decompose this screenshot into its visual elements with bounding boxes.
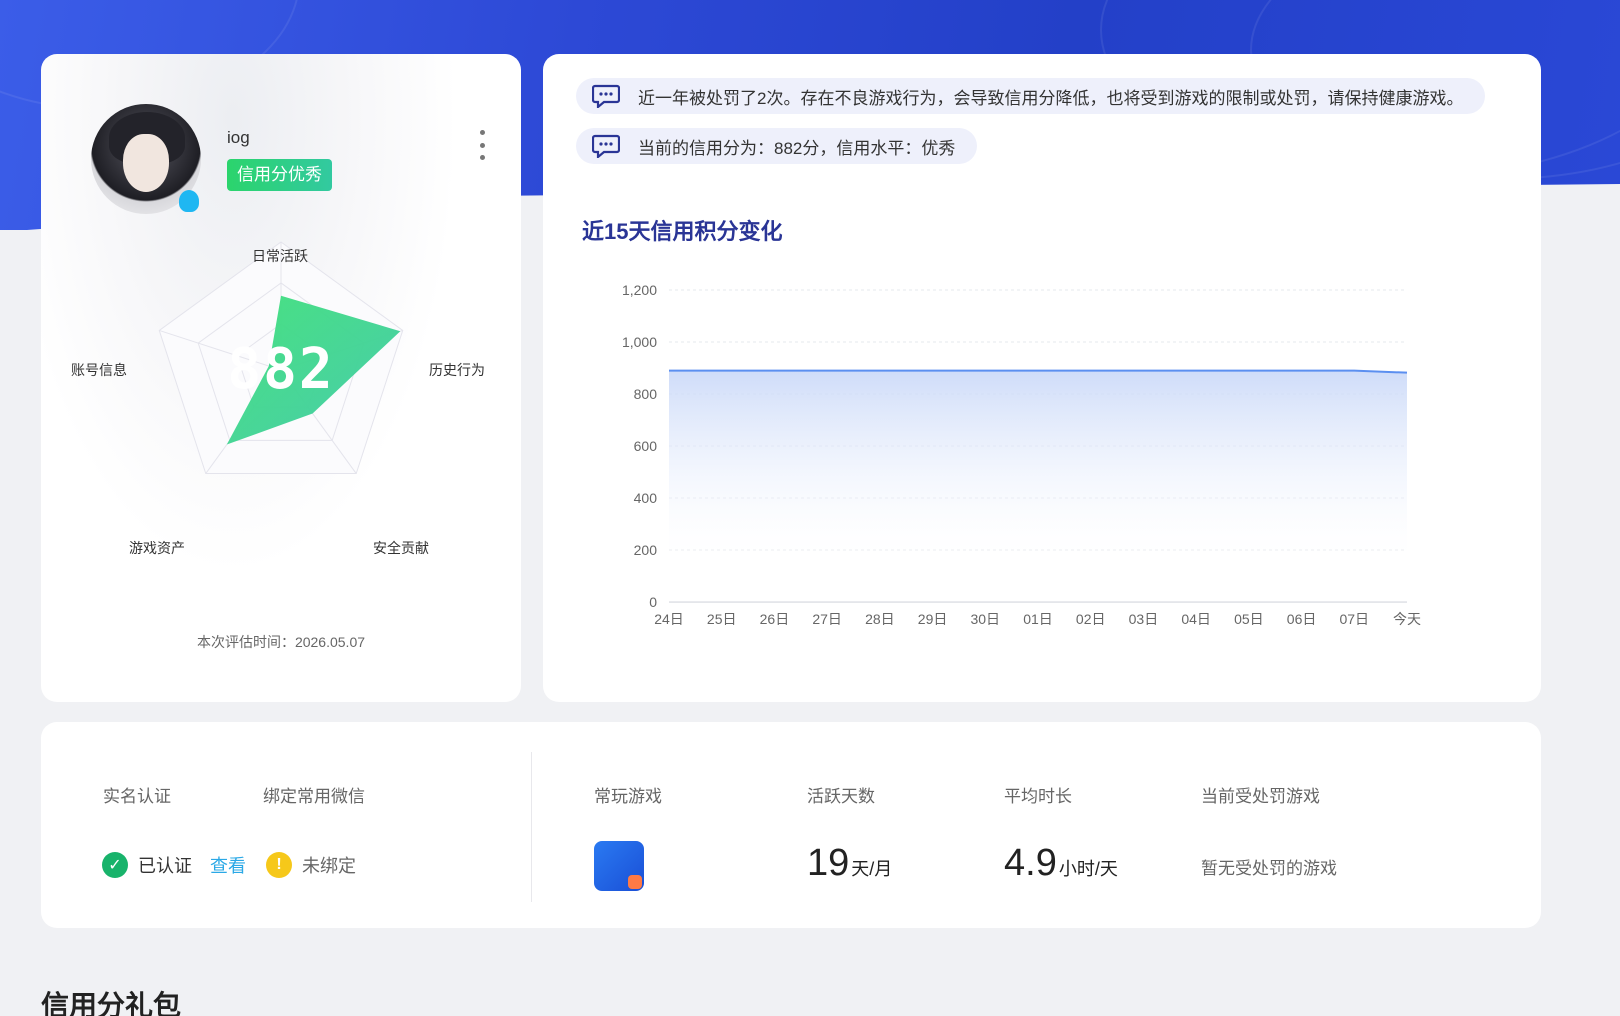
x-tick-label: 07日 xyxy=(1339,611,1369,627)
no-punish-text: 暂无受处罚的游戏 xyxy=(1201,859,1337,878)
radar-label-account: 账号信息 xyxy=(71,362,127,378)
y-tick-label: 800 xyxy=(634,386,658,402)
active-days-number: 19 xyxy=(807,842,850,884)
x-tick-label: 04日 xyxy=(1181,611,1211,627)
credit-chart-card: 近一年被处罚了2次。存在不良游戏行为，会导致信用分降低，也将受到游戏的限制或处罚… xyxy=(543,54,1541,702)
x-tick-label: 29日 xyxy=(918,611,948,627)
x-tick-label: 24日 xyxy=(654,611,684,627)
username: iog xyxy=(227,128,250,147)
radar-label-history: 历史行为 xyxy=(429,362,485,378)
check-icon: ✓ xyxy=(102,852,128,878)
y-tick-label: 1,000 xyxy=(622,334,657,350)
radar-label-daily-active: 日常活跃 xyxy=(252,248,308,264)
x-tick-label: 30日 xyxy=(970,611,1000,627)
avg-time-label: 平均时长 xyxy=(1004,787,1072,806)
x-tick-label: 05日 xyxy=(1234,611,1264,627)
avg-time-unit: 小时/天 xyxy=(1058,859,1118,879)
avg-time-value: 4.9 小时/天 xyxy=(1004,842,1118,885)
y-tick-label: 400 xyxy=(634,490,658,506)
real-name-label: 实名认证 xyxy=(103,787,171,806)
radar-score: 882 xyxy=(227,337,334,402)
y-tick-label: 1,200 xyxy=(622,282,657,298)
series-area xyxy=(669,370,1407,602)
x-tick-label: 27日 xyxy=(812,611,842,627)
x-tick-label: 03日 xyxy=(1129,611,1159,627)
section-title-gift: 信用分礼包 xyxy=(41,990,182,1016)
account-stats-card: 实名认证 绑定常用微信 ✓ 已认证 查看 ! 未绑定 常玩游戏 活跃天数 19 … xyxy=(41,722,1541,928)
active-days-label: 活跃天数 xyxy=(807,787,875,806)
divider xyxy=(531,752,532,902)
active-days-value: 19 天/月 xyxy=(807,842,892,885)
unbound-text: 未绑定 xyxy=(302,856,356,876)
credit-radar-chart: 882 xyxy=(158,241,404,475)
more-options-icon[interactable] xyxy=(477,130,487,160)
evaluation-time: 本次评估时间：2026.05.07 xyxy=(196,634,366,650)
y-tick-label: 200 xyxy=(634,542,658,558)
y-tick-label: 0 xyxy=(649,594,657,610)
radar-label-assets: 游戏资产 xyxy=(129,540,185,556)
credit-level-badge: 信用分优秀 xyxy=(227,159,332,191)
x-tick-label: 今天 xyxy=(1393,611,1421,627)
x-tick-label: 28日 xyxy=(865,611,895,627)
frequent-game-label: 常玩游戏 xyxy=(594,787,662,806)
qq-icon xyxy=(179,190,199,212)
wechat-label: 绑定常用微信 xyxy=(263,787,365,806)
radar-label-safety: 安全贡献 xyxy=(373,540,429,556)
x-tick-label: 25日 xyxy=(707,611,737,627)
verified-text: 已认证 xyxy=(138,856,192,876)
punished-game-label: 当前受处罚游戏 xyxy=(1201,787,1320,806)
profile-card: iog 信用分优秀 882 日常活跃 历史行为 安全贡献 游戏资产 账号信息 本… xyxy=(41,54,521,702)
x-tick-label: 01日 xyxy=(1023,611,1053,627)
x-tick-label: 06日 xyxy=(1287,611,1317,627)
x-tick-label: 26日 xyxy=(760,611,790,627)
y-tick-label: 600 xyxy=(634,438,658,454)
x-tick-label: 02日 xyxy=(1076,611,1106,627)
credit-area-chart: 0 200 400 600 800 1,000 1,200 24日 25日 26日 27日 28日 29… xyxy=(622,282,1421,627)
avg-time-number: 4.9 xyxy=(1004,842,1057,884)
warning-icon: ! xyxy=(266,852,292,878)
verification-status: ✓ 已认证 查看 ! 未绑定 xyxy=(102,852,356,878)
active-days-unit: 天/月 xyxy=(851,859,893,879)
game-icon[interactable] xyxy=(594,841,644,891)
view-link[interactable]: 查看 xyxy=(210,852,246,878)
